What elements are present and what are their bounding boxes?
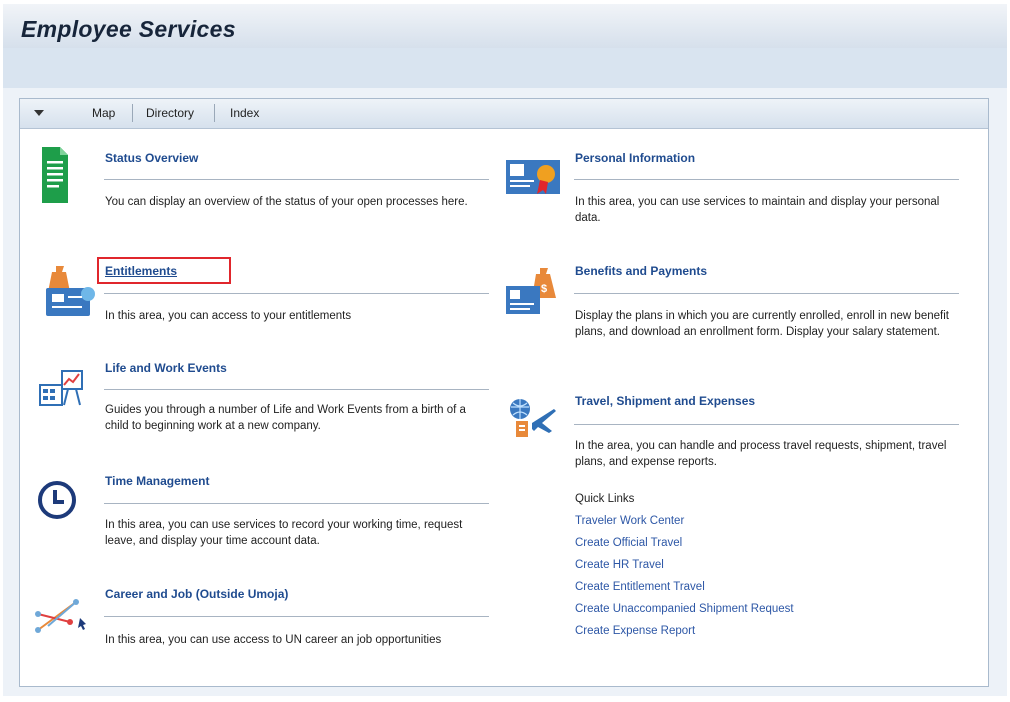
entitlements-icon — [44, 264, 96, 325]
divider — [104, 503, 489, 504]
tab-directory[interactable]: Directory — [146, 106, 194, 120]
page-title: Employee Services — [21, 16, 236, 42]
divider — [574, 293, 959, 294]
toolbar-divider — [132, 104, 133, 122]
travel-icon — [506, 397, 558, 448]
quick-link-create-expense-report[interactable]: Create Expense Report — [575, 625, 695, 637]
collapse-toggle-icon[interactable] — [34, 110, 44, 116]
career-network-icon — [34, 596, 88, 643]
time-management-link[interactable]: Time Management — [105, 474, 209, 488]
panel-toolbar: Map Directory Index — [20, 99, 988, 129]
entitlements-desc: In this area, you can access to your ent… — [105, 310, 352, 322]
document-icon — [40, 145, 70, 210]
quick-link-traveler-work-center[interactable]: Traveler Work Center — [575, 515, 684, 527]
svg-text:$: $ — [541, 283, 547, 295]
quick-link-create-hr-travel[interactable]: Create HR Travel — [575, 559, 664, 571]
clock-icon — [36, 479, 78, 526]
status-overview-link[interactable]: Status Overview — [105, 151, 198, 165]
time-management-desc: In this area, you can use services to re… — [105, 519, 463, 547]
quick-link-create-official-travel[interactable]: Create Official Travel — [575, 537, 682, 549]
personal-information-desc: In this area, you can use services to ma… — [575, 196, 940, 224]
divider — [104, 179, 489, 180]
career-job-link[interactable]: Career and Job (Outside Umoja) — [105, 587, 288, 601]
divider — [104, 293, 489, 294]
divider — [104, 616, 489, 617]
travel-shipment-expenses-link[interactable]: Travel, Shipment and Expenses — [575, 394, 755, 408]
status-overview-desc: You can display an overview of the statu… — [105, 196, 468, 208]
services-panel: Map Directory Index Status Overview You … — [19, 98, 989, 687]
benefits-payments-desc: Display the plans in which you are curre… — [575, 310, 949, 338]
life-work-events-link[interactable]: Life and Work Events — [105, 361, 227, 375]
quick-link-create-entitlement-travel[interactable]: Create Entitlement Travel — [575, 581, 705, 593]
travel-shipment-expenses-desc: In the area, you can handle and process … — [575, 440, 947, 468]
divider — [574, 179, 959, 180]
tab-index[interactable]: Index — [230, 106, 259, 120]
quick-link-create-unaccompanied-shipment[interactable]: Create Unaccompanied Shipment Request — [575, 603, 794, 615]
page-header: Employee Services — [3, 4, 1007, 48]
benefits-icon: $ — [504, 266, 562, 323]
toolbar-divider — [214, 104, 215, 122]
divider — [574, 424, 959, 425]
life-work-events-desc: Guides you through a number of Life and … — [105, 404, 466, 432]
tab-map[interactable]: Map — [92, 106, 115, 120]
header-band — [3, 48, 1007, 88]
calendar-chart-icon — [38, 367, 84, 414]
personal-information-link[interactable]: Personal Information — [575, 151, 695, 165]
divider — [104, 389, 489, 390]
id-card-icon — [504, 154, 562, 205]
benefits-payments-link[interactable]: Benefits and Payments — [575, 264, 707, 278]
highlight-box — [97, 257, 231, 284]
career-job-desc: In this area, you can use access to UN c… — [105, 634, 442, 646]
quick-links-label: Quick Links — [575, 493, 635, 505]
